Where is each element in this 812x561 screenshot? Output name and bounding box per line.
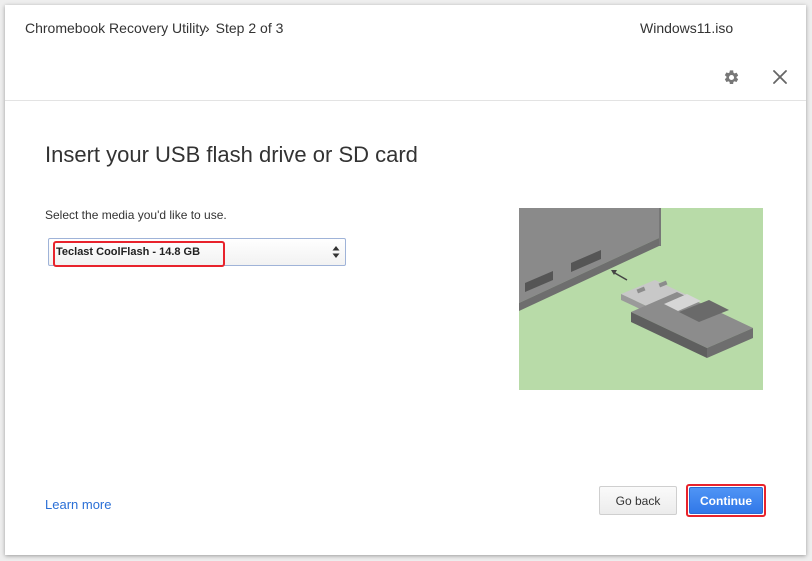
close-icon[interactable] (768, 65, 792, 89)
learn-more-link[interactable]: Learn more (45, 497, 111, 512)
app-title: Chromebook Recovery Utility (25, 20, 207, 36)
continue-button[interactable]: Continue (689, 487, 763, 514)
header-divider (5, 100, 806, 101)
step-label: Step 2 of 3 (215, 20, 284, 36)
step-indicator: › Step 2 of 3 (205, 20, 283, 36)
updown-arrows-icon (332, 246, 340, 258)
gear-icon[interactable] (719, 65, 743, 89)
media-select[interactable]: Teclast CoolFlash - 14.8 GB (48, 238, 346, 266)
usb-insert-illustration (519, 208, 763, 390)
image-filename: Windows11.iso (640, 20, 734, 36)
recovery-dialog: Chromebook Recovery Utility › Step 2 of 3… (5, 5, 806, 555)
go-back-button[interactable]: Go back (599, 486, 677, 515)
page-title: Insert your USB flash drive or SD card (45, 142, 418, 167)
breadcrumb-chevron: › (205, 20, 210, 36)
media-instruction: Select the media you'd like to use. (45, 208, 227, 222)
media-select-value: Teclast CoolFlash - 14.8 GB (56, 246, 201, 258)
